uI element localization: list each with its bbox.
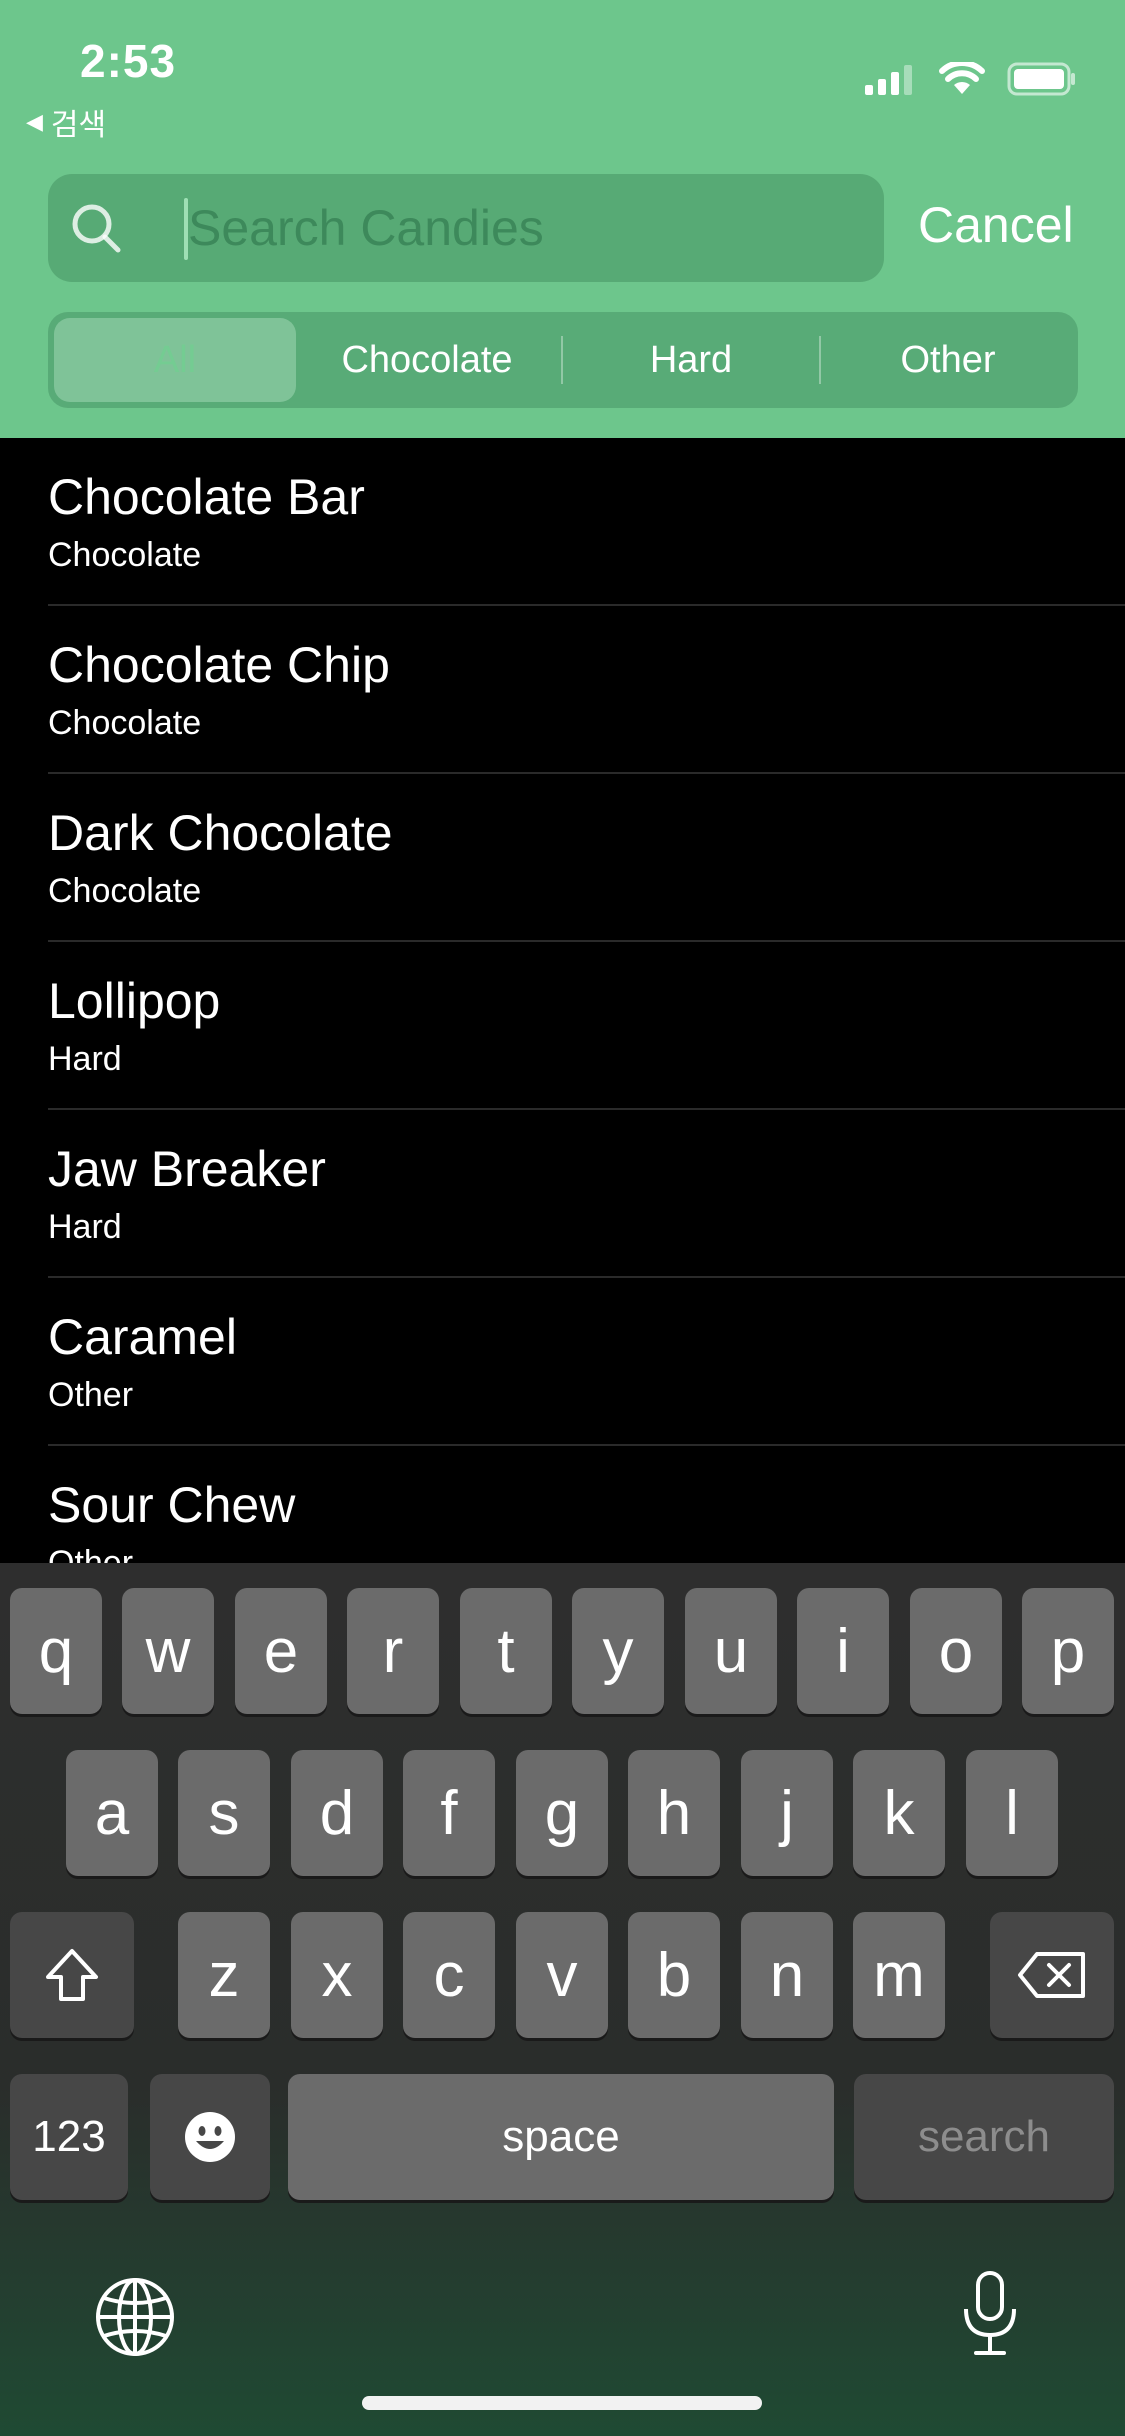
candy-name: Caramel	[48, 1309, 237, 1365]
list-item[interactable]: Chocolate Bar Chocolate	[0, 438, 1125, 606]
candy-name: Lollipop	[48, 973, 221, 1029]
numbers-key[interactable]: 123	[10, 2074, 128, 2200]
key-d[interactable]: d	[291, 1750, 383, 1876]
search-key[interactable]: search	[854, 2074, 1114, 2200]
search-field[interactable]	[48, 174, 884, 282]
candy-name: Dark Chocolate	[48, 805, 393, 861]
key-p[interactable]: p	[1022, 1588, 1114, 1714]
key-f[interactable]: f	[403, 1750, 495, 1876]
back-to-search-link[interactable]: ◀ 검색	[26, 100, 106, 144]
candy-name: Sour Chew	[48, 1477, 296, 1533]
key-j[interactable]: j	[741, 1750, 833, 1876]
scope-segmented-control: All Chocolate Hard Other	[48, 312, 1078, 408]
space-key[interactable]: space	[288, 2074, 834, 2200]
shift-icon	[46, 1949, 98, 2001]
list-item[interactable]: Dark Chocolate Chocolate	[0, 774, 1125, 942]
segment-all[interactable]: All	[54, 318, 296, 402]
key-h[interactable]: h	[628, 1750, 720, 1876]
key-y[interactable]: y	[572, 1588, 664, 1714]
candy-category: Chocolate	[48, 872, 202, 910]
segment-hard[interactable]: Hard	[564, 318, 818, 402]
segment-chocolate[interactable]: Chocolate	[300, 318, 554, 402]
segment-divider	[561, 336, 563, 384]
candy-name: Chocolate Bar	[48, 469, 365, 525]
candy-category: Chocolate	[48, 536, 202, 574]
home-indicator[interactable]	[362, 2396, 762, 2410]
wifi-icon	[939, 62, 985, 94]
segment-other[interactable]: Other	[822, 318, 1074, 402]
header: 2:53 ◀ 검색 Cancel All Choc	[0, 0, 1125, 438]
list-item[interactable]: Caramel Other	[0, 1278, 1125, 1446]
cellular-icon	[865, 65, 912, 95]
key-e[interactable]: e	[235, 1588, 327, 1714]
key-c[interactable]: c	[403, 1912, 495, 2038]
key-u[interactable]: u	[685, 1588, 777, 1714]
status-time: 2:53	[80, 35, 177, 87]
key-k[interactable]: k	[853, 1750, 945, 1876]
microphone-icon[interactable]	[958, 2269, 1022, 2359]
emoji-key[interactable]	[150, 2074, 270, 2200]
key-r[interactable]: r	[347, 1588, 439, 1714]
shift-key[interactable]	[10, 1912, 134, 2038]
segment-divider	[819, 336, 821, 384]
candy-name: Jaw Breaker	[48, 1141, 326, 1197]
delete-icon	[1018, 1952, 1085, 1998]
key-v[interactable]: v	[516, 1912, 608, 2038]
list-item[interactable]: Chocolate Chip Chocolate	[0, 606, 1125, 774]
key-t[interactable]: t	[460, 1588, 552, 1714]
status-icons	[865, 62, 1077, 96]
key-z[interactable]: z	[178, 1912, 270, 2038]
emoji-icon	[185, 2112, 235, 2162]
candy-name: Chocolate Chip	[48, 637, 390, 693]
key-b[interactable]: b	[628, 1912, 720, 2038]
key-g[interactable]: g	[516, 1750, 608, 1876]
keyboard: q w e r t y u i o p a s d f g h j k l z …	[0, 1563, 1125, 2436]
search-input[interactable]	[188, 174, 848, 282]
globe-icon[interactable]	[94, 2276, 176, 2358]
key-n[interactable]: n	[741, 1912, 833, 2038]
back-label: 검색	[50, 109, 107, 142]
candy-category: Hard	[48, 1208, 122, 1246]
list-item[interactable]: Lollipop Hard	[0, 942, 1125, 1110]
battery-icon	[1007, 62, 1075, 96]
search-icon	[72, 204, 121, 253]
candy-category: Chocolate	[48, 704, 202, 742]
key-s[interactable]: s	[178, 1750, 270, 1876]
delete-key[interactable]	[990, 1912, 1114, 2038]
key-i[interactable]: i	[797, 1588, 889, 1714]
key-o[interactable]: o	[910, 1588, 1002, 1714]
candy-list: Chocolate Bar Chocolate Chocolate Chip C…	[0, 438, 1125, 1614]
list-item[interactable]: Jaw Breaker Hard	[0, 1110, 1125, 1278]
key-m[interactable]: m	[853, 1912, 945, 2038]
candy-category: Hard	[48, 1040, 122, 1078]
key-x[interactable]: x	[291, 1912, 383, 2038]
key-l[interactable]: l	[966, 1750, 1058, 1876]
key-q[interactable]: q	[10, 1588, 102, 1714]
cancel-button[interactable]: Cancel	[918, 196, 1074, 254]
back-triangle-icon: ◀	[26, 109, 43, 134]
key-w[interactable]: w	[122, 1588, 214, 1714]
candy-category: Other	[48, 1376, 134, 1414]
key-a[interactable]: a	[66, 1750, 158, 1876]
